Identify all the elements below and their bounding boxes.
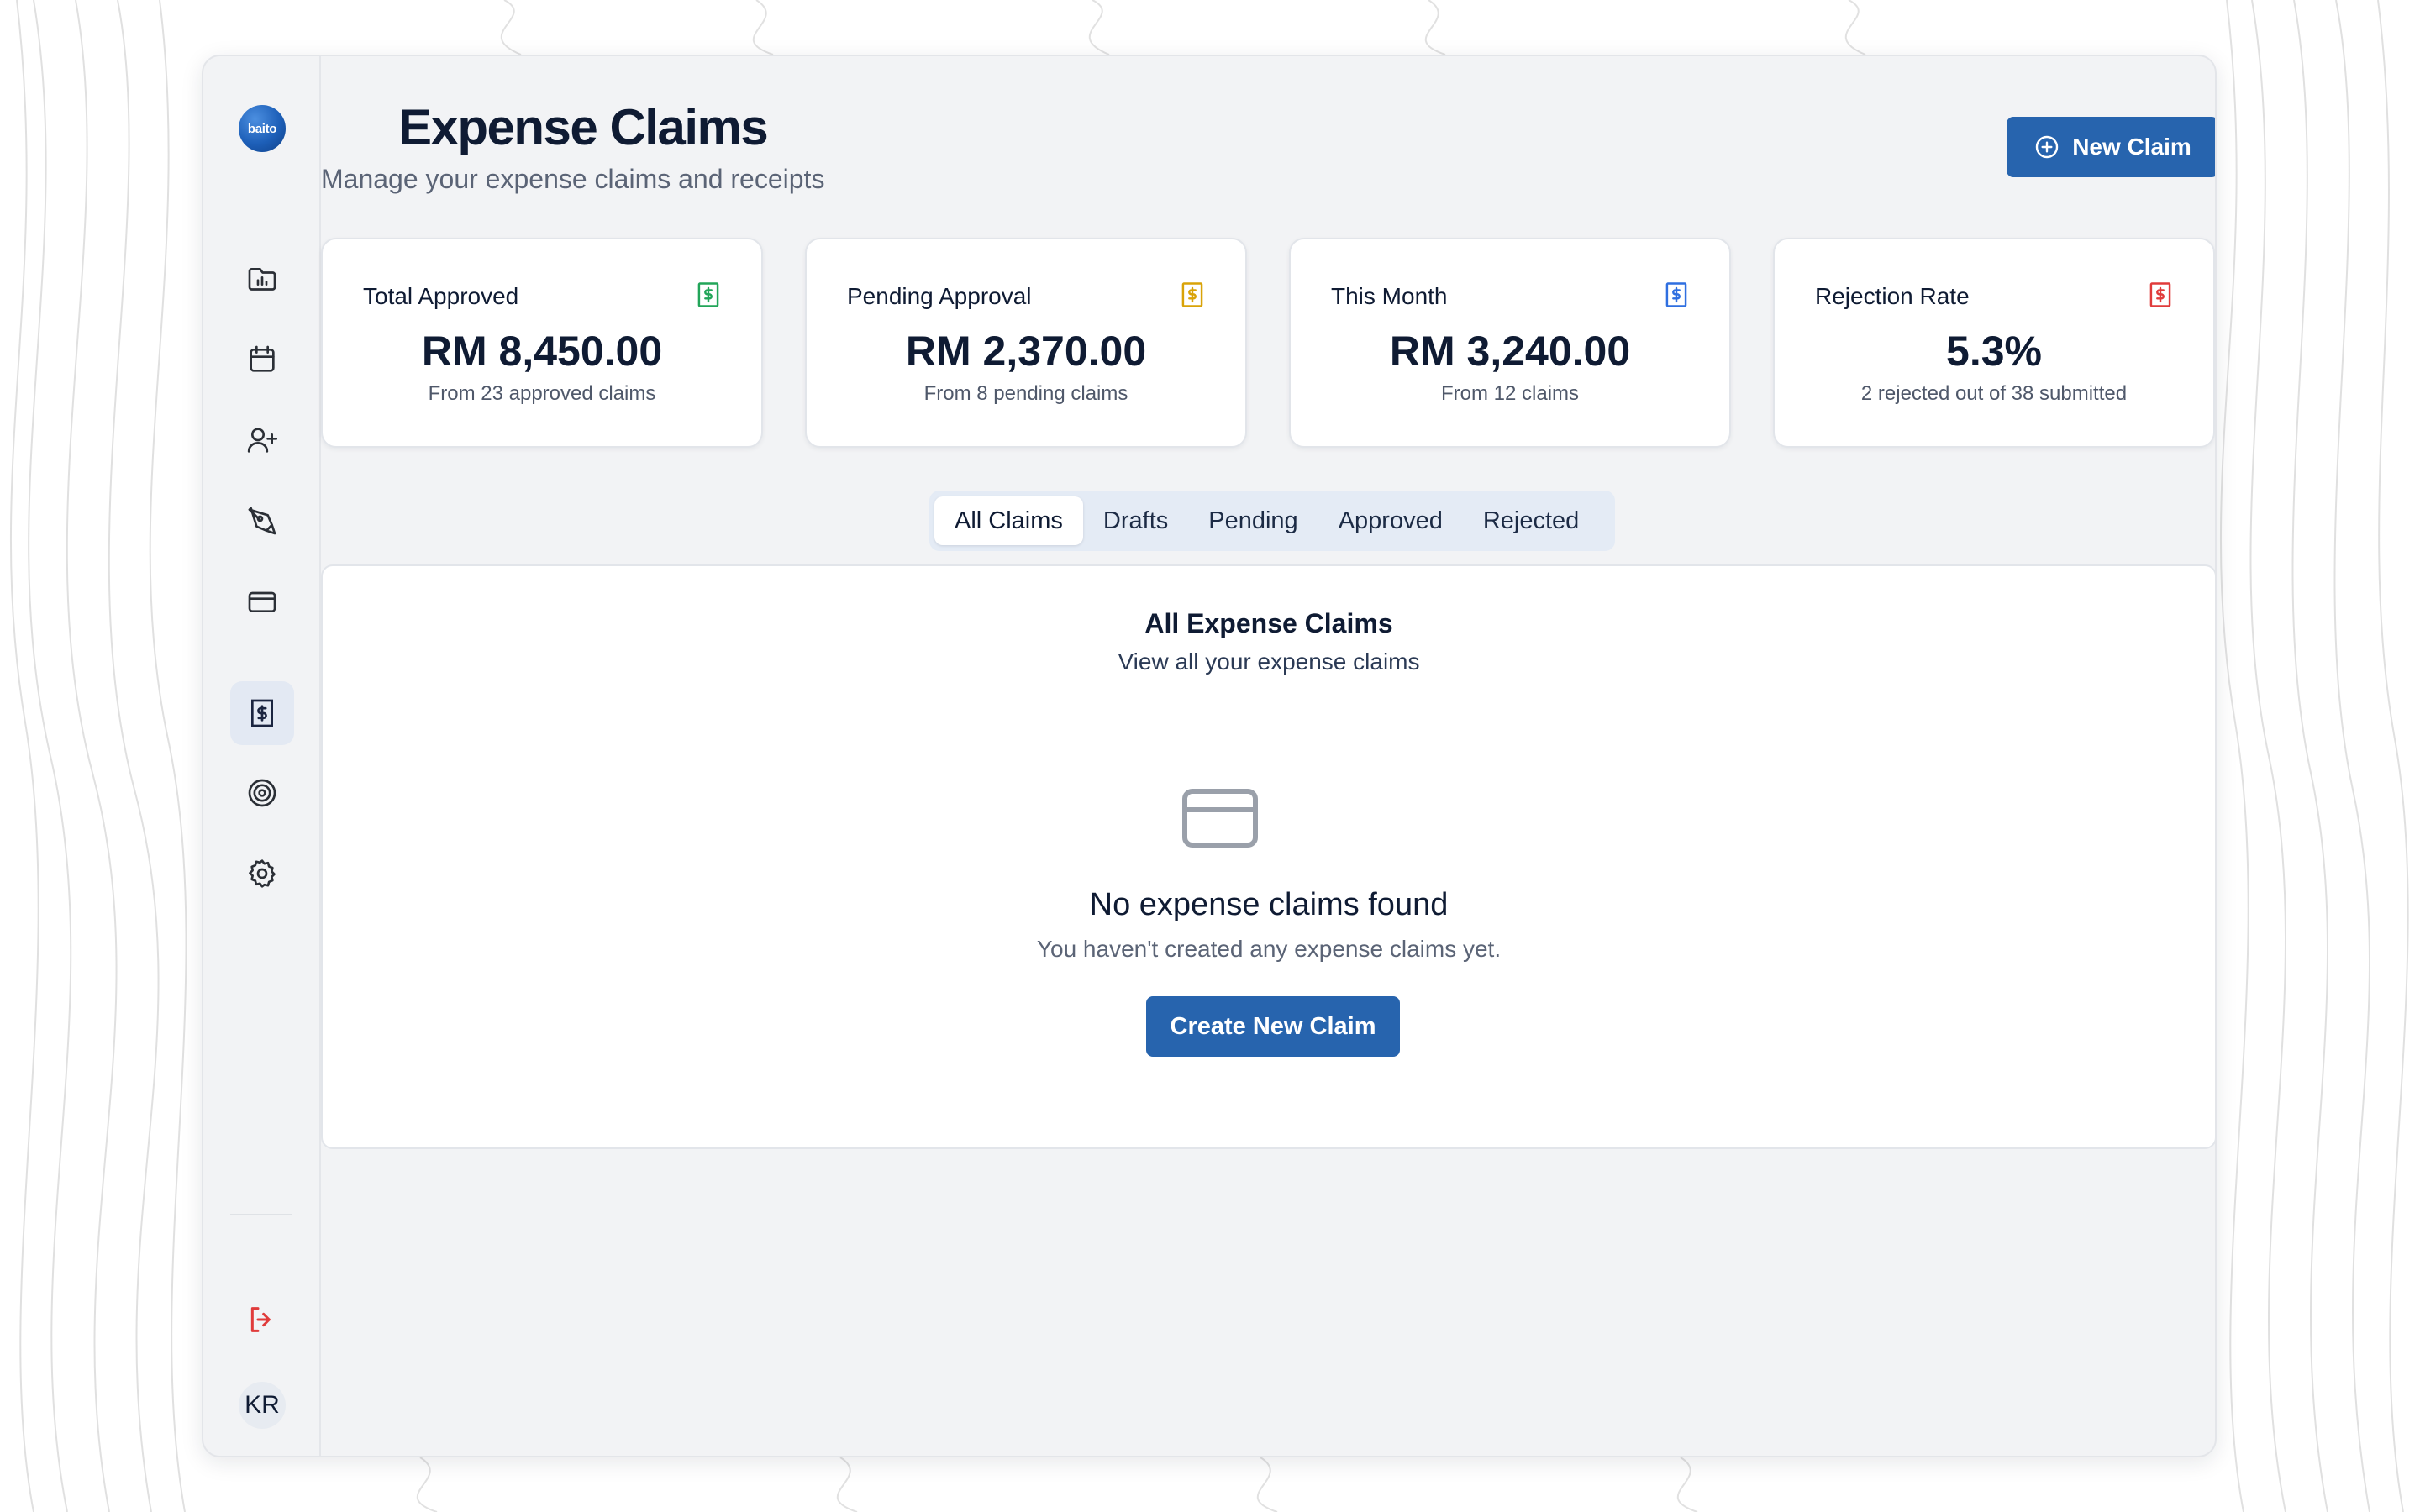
sidebar-item-candidates[interactable] bbox=[230, 408, 294, 472]
receipt-dollar-icon bbox=[1181, 282, 1203, 307]
stat-value: RM 3,240.00 bbox=[1389, 328, 1631, 375]
stat-label: Pending Approval bbox=[847, 283, 1032, 309]
sidebar-item-calendar[interactable] bbox=[230, 328, 294, 391]
stat-label: This Month bbox=[1331, 283, 1448, 309]
stat-card-pending-approval: Pending Approval RM 2,370.00 From 8 pend… bbox=[805, 238, 1247, 448]
receipt-dollar-icon bbox=[2149, 282, 2171, 307]
tab-drafts[interactable]: Drafts bbox=[1083, 496, 1188, 545]
panel-title: All Expense Claims bbox=[1144, 608, 1393, 638]
app-window: baito KR Expense Claims Manage your expe… bbox=[202, 55, 2217, 1457]
new-claim-button[interactable]: New Claim bbox=[2007, 117, 2215, 177]
empty-state-title: No expense claims found bbox=[1089, 887, 1449, 922]
tab-approved[interactable]: Approved bbox=[1318, 496, 1463, 545]
stat-card-rejection-rate: Rejection Rate 5.3% 2 rejected out of 38… bbox=[1773, 238, 2215, 448]
app-logo[interactable]: baito bbox=[239, 105, 286, 152]
receipt-dollar-icon bbox=[251, 699, 273, 727]
pen-tool-icon bbox=[248, 507, 276, 535]
logout-button[interactable] bbox=[230, 1288, 294, 1352]
target-icon bbox=[248, 779, 276, 807]
stat-subtext: From 23 approved claims bbox=[428, 382, 656, 405]
sidebar-item-expense-claims[interactable] bbox=[230, 681, 294, 745]
tab-rejected[interactable]: Rejected bbox=[1463, 496, 1599, 545]
folder-chart-icon bbox=[248, 268, 276, 291]
stat-subtext: From 12 claims bbox=[1440, 382, 1580, 405]
user-avatar[interactable]: KR bbox=[239, 1382, 286, 1429]
stat-value: 5.3% bbox=[1946, 328, 2042, 375]
calendar-icon bbox=[250, 345, 275, 372]
stat-subtext: 2 rejected out of 38 submitted bbox=[1860, 382, 2128, 405]
stat-value: RM 8,450.00 bbox=[421, 328, 663, 375]
plus-circle-icon bbox=[2035, 135, 2059, 159]
stat-card-total-approved: Total Approved RM 8,450.00 From 23 appro… bbox=[321, 238, 763, 448]
gear-icon bbox=[249, 859, 276, 888]
tab-all-claims[interactable]: All Claims bbox=[934, 496, 1083, 545]
credit-card-icon bbox=[1182, 789, 1258, 848]
stat-card-this-month: This Month RM 3,240.00 From 12 claims bbox=[1289, 238, 1731, 448]
stat-subtext: From 8 pending claims bbox=[923, 382, 1128, 405]
sidebar-divider bbox=[230, 1214, 292, 1215]
credit-card-icon bbox=[248, 591, 276, 612]
stat-label: Rejection Rate bbox=[1815, 283, 1970, 309]
receipt-dollar-icon bbox=[1665, 282, 1687, 307]
logout-icon bbox=[250, 1307, 271, 1332]
empty-state-description: You haven't created any expense claims y… bbox=[1036, 936, 1502, 962]
sidebar-item-projects[interactable] bbox=[230, 247, 294, 311]
user-plus-icon bbox=[247, 428, 277, 453]
sidebar: baito KR bbox=[203, 56, 321, 1456]
sidebar-item-goals[interactable] bbox=[230, 761, 294, 825]
receipt-dollar-icon bbox=[697, 282, 719, 307]
stat-value: RM 2,370.00 bbox=[905, 328, 1147, 375]
stat-label: Total Approved bbox=[363, 283, 519, 309]
sidebar-item-tools[interactable] bbox=[230, 489, 294, 553]
claims-tabs: All Claims Drafts Pending Approved Rejec… bbox=[929, 491, 1615, 551]
tab-pending[interactable]: Pending bbox=[1188, 496, 1318, 545]
sidebar-item-settings[interactable] bbox=[230, 842, 294, 906]
claims-panel: All Expense Claims View all your expense… bbox=[321, 564, 2215, 1149]
sidebar-item-payments[interactable] bbox=[230, 570, 294, 633]
page-subtitle: Manage your expense claims and receipts bbox=[321, 164, 825, 194]
create-new-claim-button[interactable]: Create New Claim bbox=[1146, 996, 1400, 1057]
new-claim-label: New Claim bbox=[2072, 134, 2191, 160]
page-title: Expense Claims bbox=[398, 99, 769, 155]
panel-description: View all your expense claims bbox=[1118, 648, 1420, 675]
